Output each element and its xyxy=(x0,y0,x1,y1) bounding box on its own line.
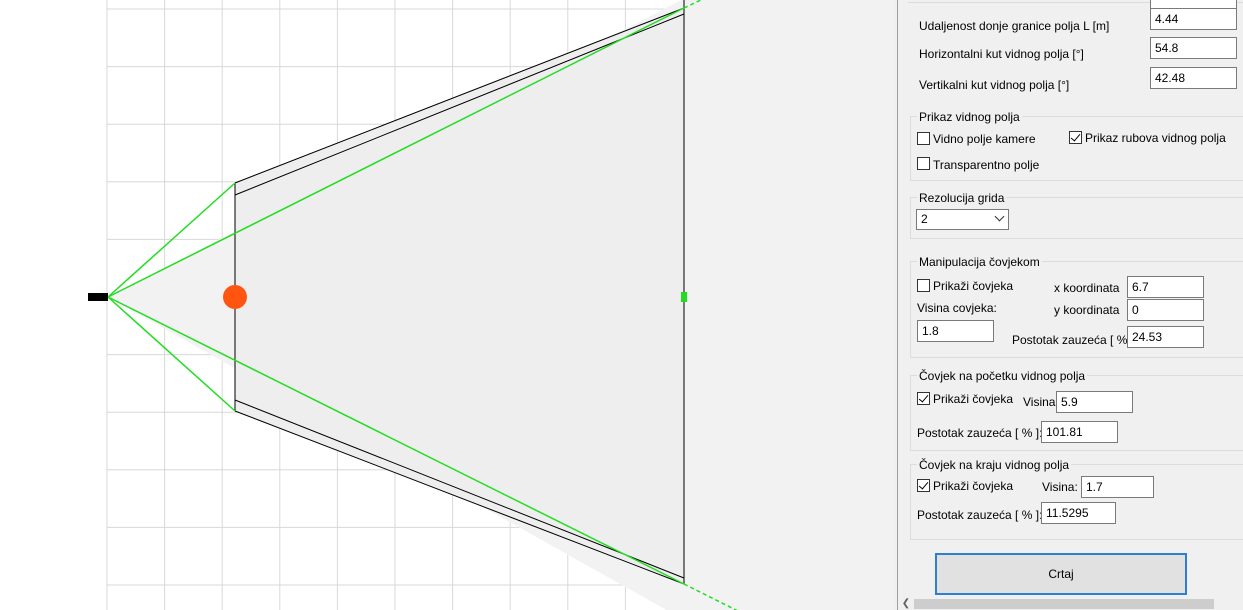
horizontal-fov-input[interactable]: 54.8 xyxy=(1150,37,1237,59)
y-coordinate-input[interactable]: 0 xyxy=(1127,299,1204,321)
transparent-checkbox[interactable] xyxy=(917,157,930,170)
person-height-input[interactable]: 1.8 xyxy=(917,320,994,342)
show-person-label: Prikaži čovjeka xyxy=(933,279,1014,293)
start-show-person-label: Prikaži čovjeka xyxy=(933,392,1014,406)
field-of-view-drawing xyxy=(88,0,893,610)
display-group-title: Prikaz vidnog polja xyxy=(917,110,1022,124)
start-height-input[interactable]: 5.9 xyxy=(1056,391,1133,413)
person-group-title: Manipulacija čovjekom xyxy=(917,255,1042,269)
start-occupancy-input[interactable]: 101.81 xyxy=(1041,421,1118,443)
end-occupancy-input[interactable]: 11.5295 xyxy=(1041,502,1116,524)
grid-group-title: Rezolucija grida xyxy=(917,191,1007,205)
end-show-person-label: Prikaži čovjeka xyxy=(933,479,1014,493)
end-person-group-title: Čovjek na kraju vidnog polja xyxy=(917,458,1072,472)
horizontal-scrollbar[interactable]: ❮ xyxy=(898,598,1243,610)
end-occupancy-label: Postotak zauzeća [ % ]: xyxy=(917,508,1043,522)
camera-fov-label: Vidno polje kamere xyxy=(933,132,1036,146)
scroll-left-icon[interactable]: ❮ xyxy=(900,598,912,610)
start-occupancy-label: Postotak zauzeća [ % ]: xyxy=(917,426,1043,440)
person-height-label: Visina covjeka: xyxy=(917,301,997,315)
drawing-canvas[interactable] xyxy=(0,0,893,610)
transparent-label: Transparentno polje xyxy=(933,158,1040,172)
start-show-person-checkbox[interactable] xyxy=(917,392,930,405)
end-person-marker xyxy=(681,292,687,302)
fov-edges-checkbox[interactable] xyxy=(1069,131,1082,144)
start-person-group-title: Čovjek na početku vidnog polja xyxy=(917,369,1088,383)
x-coordinate-input[interactable]: 6.7 xyxy=(1127,276,1204,298)
camera-fov-checkbox[interactable] xyxy=(917,132,930,145)
camera-icon xyxy=(88,293,108,301)
settings-panel: Udaljenost donje granice polja L [m] 4.4… xyxy=(897,0,1243,610)
scrollbar-thumb[interactable] xyxy=(914,599,1214,609)
person-occupancy-input[interactable]: 24.53 xyxy=(1127,326,1204,348)
lower-boundary-input[interactable]: 4.44 xyxy=(1150,8,1237,30)
end-height-input[interactable]: 1.7 xyxy=(1081,476,1154,498)
lower-boundary-label: Udaljenost donje granice polja L [m] xyxy=(919,19,1110,33)
grid-resolution-value: 2 xyxy=(921,212,928,226)
grid-resolution-select[interactable]: 2 xyxy=(916,209,1009,230)
chevron-down-icon xyxy=(994,211,1005,222)
vertical-fov-label: Vertikalni kut vidnog polja [°] xyxy=(919,78,1070,92)
fov-edges-label: Prikaz rubova vidnog polja xyxy=(1085,131,1226,145)
vertical-fov-input[interactable]: 42.48 xyxy=(1150,67,1237,89)
y-coordinate-label: y koordinata xyxy=(1054,303,1120,317)
horizontal-fov-label: Horizontalni kut vidnog polja [°] xyxy=(919,47,1084,61)
person-occupancy-label: Postotak zauzeća [ % ]: xyxy=(1012,333,1138,347)
end-height-label: Visina: xyxy=(1042,480,1078,494)
show-person-checkbox[interactable] xyxy=(917,279,930,292)
end-show-person-checkbox[interactable] xyxy=(917,479,930,492)
draw-button[interactable]: Crtaj xyxy=(935,553,1187,595)
x-coordinate-label: x koordinata xyxy=(1054,281,1120,295)
person-marker xyxy=(223,285,247,309)
start-height-label: Visina: xyxy=(1023,395,1059,409)
